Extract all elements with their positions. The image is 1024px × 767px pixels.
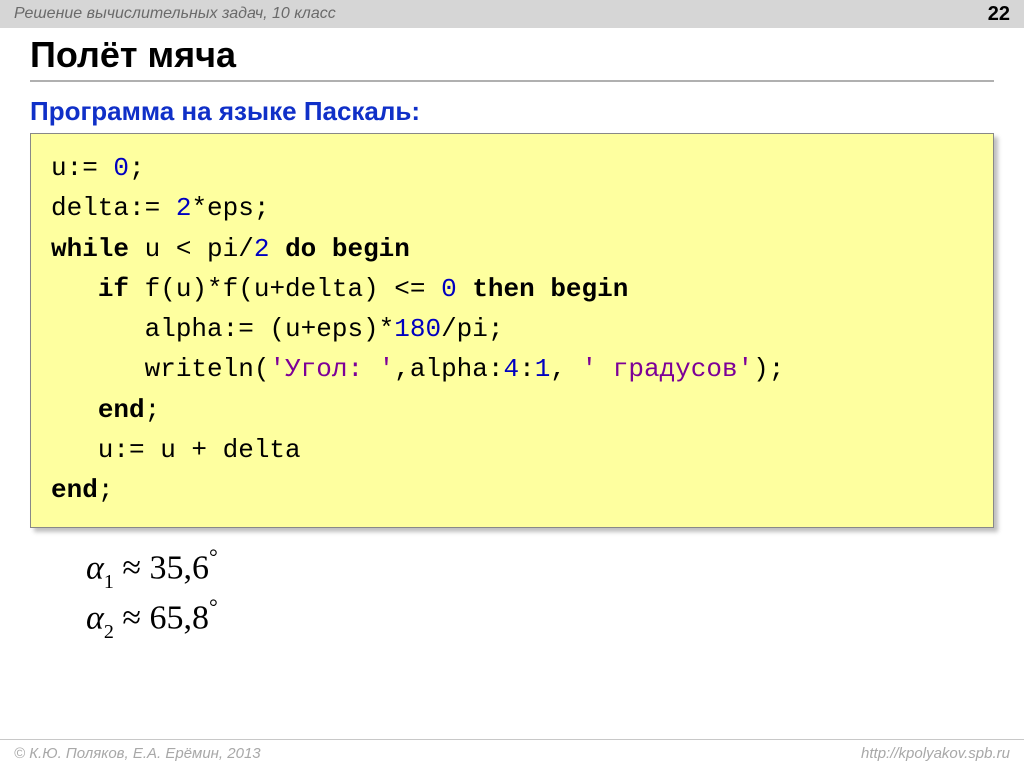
page-number: 22 [988,3,1010,26]
footer-url: http://kpolyakov.spb.ru [861,745,1010,762]
code-box: u:= 0; delta:= 2*eps; while u < pi/2 do … [30,133,994,528]
code-line-3: while u < pi/2 do begin [51,234,410,264]
subtitle: Программа на языке Паскаль: [30,96,994,127]
code-line-1: u:= 0; [51,153,145,183]
code-line-8: u:= u + delta [51,435,301,465]
topbar: Решение вычислительных задач, 10 класс 2… [0,0,1024,28]
code-line-9: end; [51,475,113,505]
result-alpha-1: α1 ≈ 35,6° [86,544,994,594]
footer-copyright: © К.Ю. Поляков, Е.А. Ерёмин, 2013 [14,745,261,762]
code-line-7: end; [51,395,160,425]
title-area: Полёт мяча [0,28,1024,90]
code-line-5: alpha:= (u+eps)*180/pi; [51,314,504,344]
course-title: Решение вычислительных задач, 10 класс [14,5,336,23]
results-block: α1 ≈ 35,6° α2 ≈ 65,8° [30,528,994,644]
code-line-6: writeln('Угол: ',alpha:4:1, ' градусов')… [51,354,784,384]
code-line-2: delta:= 2*eps; [51,193,269,223]
content-area: Программа на языке Паскаль: u:= 0; delta… [0,90,1024,644]
slide-title: Полёт мяча [30,34,994,76]
result-alpha-2: α2 ≈ 65,8° [86,594,994,644]
code-line-4: if f(u)*f(u+delta) <= 0 then begin [51,274,628,304]
slide: Решение вычислительных задач, 10 класс 2… [0,0,1024,767]
title-underline [30,80,994,82]
footer: © К.Ю. Поляков, Е.А. Ерёмин, 2013 http:/… [0,739,1024,767]
